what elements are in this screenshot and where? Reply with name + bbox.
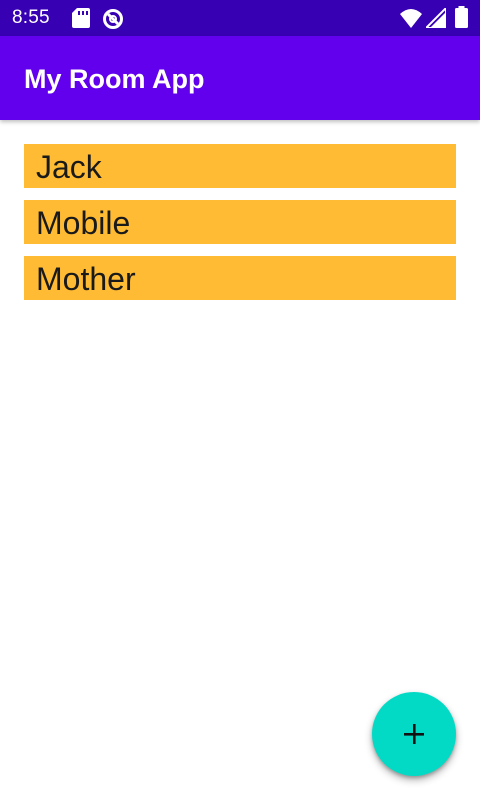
battery-icon — [455, 6, 468, 28]
signal-icon — [426, 8, 446, 28]
status-time: 8:55 — [12, 7, 50, 28]
no-disturb-icon — [103, 9, 123, 29]
add-button[interactable] — [372, 692, 456, 776]
sd-card-icon — [72, 8, 90, 28]
app-bar: My Room App — [0, 36, 480, 120]
status-bar: 8:55 — [0, 0, 480, 36]
list-item-label: Mother — [36, 261, 136, 297]
list-item[interactable]: Mobile — [24, 200, 456, 244]
list-item[interactable]: Mother — [24, 256, 456, 300]
list-item[interactable]: Jack — [24, 144, 456, 188]
list-item-label: Mobile — [36, 205, 131, 241]
plus-icon — [404, 724, 424, 744]
wifi-icon — [400, 9, 422, 28]
item-list: Jack Mobile Mother — [24, 144, 456, 312]
app-title: My Room App — [24, 64, 205, 94]
list-item-label: Jack — [36, 149, 102, 185]
